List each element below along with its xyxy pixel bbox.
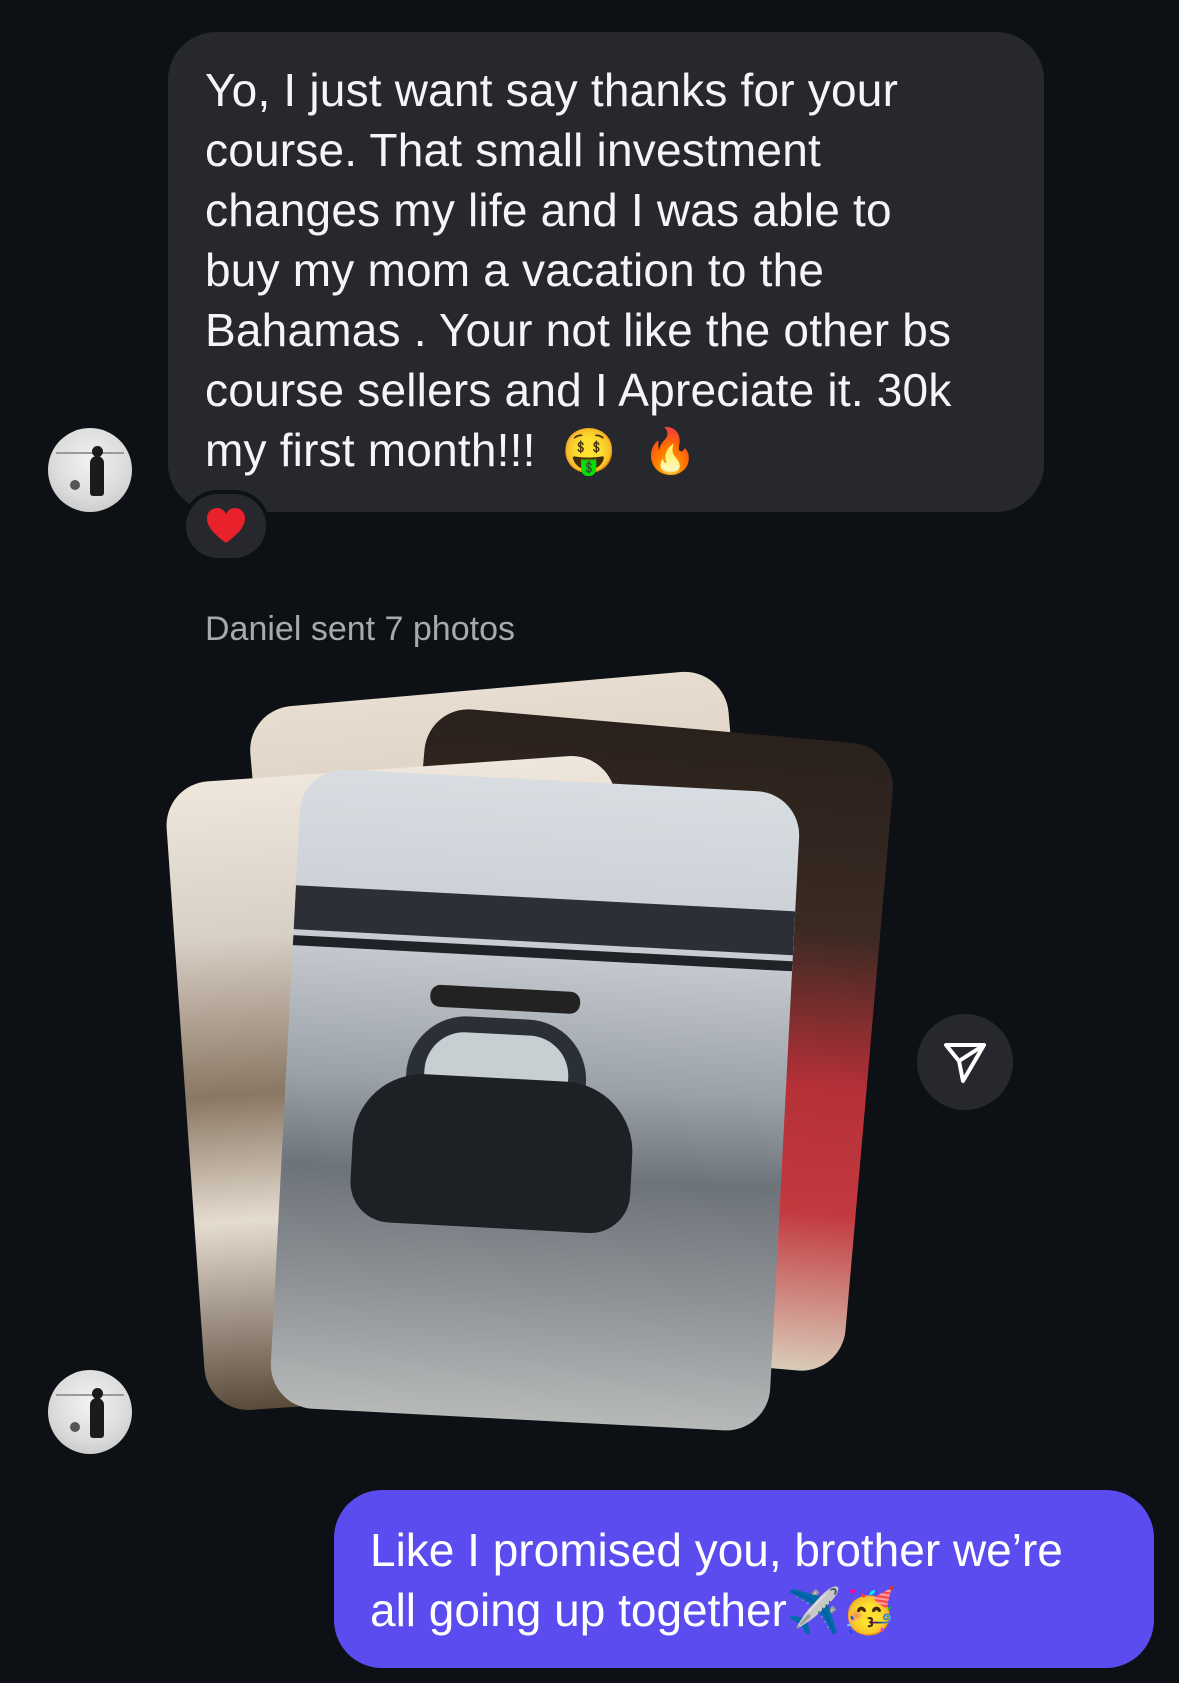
message-line-last: my first month!!! 🤑 🔥 — [205, 420, 1008, 482]
car-trunk — [429, 984, 581, 1015]
message-line: Bahamas . Your not like the other bs — [205, 304, 952, 356]
incoming-message-bubble[interactable]: Yo, I just want say thanks for your cour… — [168, 32, 1044, 512]
message-line: Yo, I just want say thanks for your — [205, 64, 899, 116]
avatar-background-line — [56, 1394, 124, 1396]
sender-avatar[interactable] — [48, 428, 132, 512]
avatar-figure-body — [90, 1398, 104, 1438]
car-body — [348, 1070, 636, 1236]
party-face-emoji: 🥳 — [841, 1586, 897, 1637]
message-line-text: my first month!!! — [205, 424, 536, 476]
message-line: course. That small investment — [205, 124, 821, 176]
heart-reaction[interactable] — [182, 490, 270, 562]
money-mouth-emoji: 🤑 — [561, 426, 617, 477]
message-line: Like I promised you, brother we’re — [370, 1524, 1063, 1576]
heart-icon — [207, 508, 245, 543]
sender-avatar[interactable] — [48, 1370, 132, 1454]
message-line: buy my mom a vacation to the — [205, 244, 825, 296]
message-line-last: all going up together✈️🥳 — [370, 1580, 1118, 1642]
message-line: course sellers and I Apreciate it. 30k — [205, 364, 952, 416]
outgoing-message-bubble[interactable]: Like I promised you, brother we’re all g… — [334, 1490, 1154, 1668]
airplane-emoji: ✈️ — [786, 1586, 842, 1637]
fire-emoji: 🔥 — [642, 426, 698, 477]
avatar-ball — [70, 1422, 80, 1432]
avatar-figure-body — [90, 456, 104, 496]
message-line-text: all going up together — [370, 1584, 787, 1636]
photo-car — [337, 980, 650, 1255]
avatar-background-line — [56, 452, 124, 454]
avatar-ball — [70, 480, 80, 490]
photos-sent-caption: Daniel sent 7 photos — [205, 610, 515, 648]
paper-plane-icon — [944, 1043, 986, 1083]
message-line: changes my life and I was able to — [205, 184, 892, 236]
share-button[interactable] — [917, 1014, 1013, 1110]
photo-stack-front-photo[interactable] — [268, 767, 802, 1433]
